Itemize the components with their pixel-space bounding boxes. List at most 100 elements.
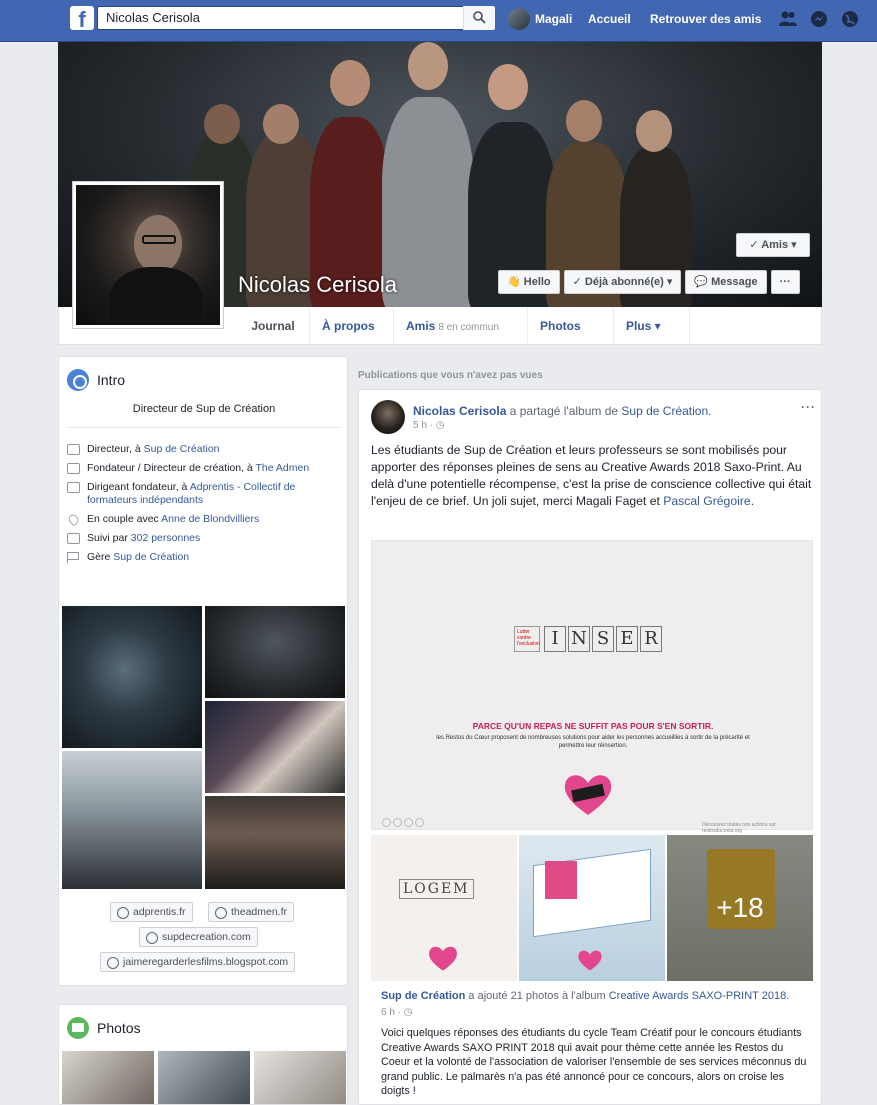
post-body: Les étudiants de Sup de Création et leur… <box>371 443 812 508</box>
inser-letter: R <box>640 626 662 652</box>
more-options-button[interactable]: ··· <box>770 270 800 294</box>
photo-thumbnail[interactable] <box>158 1051 250 1104</box>
website-link[interactable]: supdecreation.com <box>139 927 258 947</box>
inser-small-label: Lutter contre l'exclusion <box>514 626 540 652</box>
tab-about[interactable]: À propos <box>309 307 387 345</box>
featured-photo[interactable] <box>205 701 345 793</box>
photos-card: Photos <box>58 1004 348 1105</box>
info-link[interactable]: Sup de Création <box>113 551 189 563</box>
info-link[interactable]: Sup de Création <box>144 443 220 455</box>
post-target-link[interactable]: Sup de Création. <box>621 404 711 418</box>
heart-logo-icon <box>578 950 602 971</box>
feed-post: Nicolas Cerisola a partagé l'album de Su… <box>358 389 822 1105</box>
tab-more[interactable]: Plus ▾ <box>613 307 690 345</box>
profile-picture-image <box>76 185 220 325</box>
cover-figure-head <box>636 110 672 152</box>
intro-card: Intro Directeur de Sup de Création Direc… <box>58 356 348 986</box>
more-photos-count[interactable]: +18 <box>667 835 813 981</box>
cover-figure-head <box>330 60 370 106</box>
info-item-work: Fondateur / Directeur de création, à The… <box>67 462 341 475</box>
portrait-glasses <box>142 235 176 244</box>
info-link[interactable]: 302 personnes <box>131 532 200 544</box>
cover-figure-head <box>488 64 528 110</box>
featured-photo[interactable] <box>62 606 202 748</box>
intro-photo-grid <box>59 606 349 889</box>
post-author-link[interactable]: Nicolas Cerisola <box>413 404 506 418</box>
shared-album-header: Sup de Création a ajouté 21 photos à l'a… <box>381 990 790 1002</box>
inser-logo: Lutter contre l'exclusion I N S E R <box>514 626 662 652</box>
heart-icon <box>66 512 81 527</box>
shared-album-description: Voici quelques réponses des étudiants du… <box>381 1027 807 1097</box>
photo-thumbnail[interactable] <box>254 1051 346 1104</box>
album-link[interactable]: Creative Awards SAXO-PRINT 2018. <box>609 990 790 1002</box>
info-link[interactable]: The Admen <box>255 462 309 474</box>
tab-photos[interactable]: Photos <box>527 307 593 345</box>
image-tagline: PARCE QU'UN REPAS NE SUFFIT PAS POUR S'E… <box>472 721 714 731</box>
search-input[interactable]: Nicolas Cerisola <box>97 6 495 30</box>
intro-title: Intro <box>67 369 125 391</box>
shared-timestamp[interactable]: 6 h · ◷ <box>381 1007 413 1018</box>
search-button[interactable] <box>463 6 495 30</box>
followers-icon <box>67 533 80 544</box>
photos-icon <box>67 1017 89 1039</box>
inser-letter: S <box>592 626 614 652</box>
website-link[interactable]: theadmen.fr <box>208 902 295 922</box>
briefcase-icon <box>67 463 80 474</box>
inser-letter: E <box>616 626 638 652</box>
photos-title[interactable]: Photos <box>67 1017 141 1039</box>
feed-section-label: Publications que vous n'avez pas vues <box>358 370 543 381</box>
friend-requests-icon[interactable] <box>778 9 798 29</box>
intro-bio: Directeur de Sup de Création <box>132 403 276 415</box>
profile-name[interactable]: Nicolas Cerisola <box>238 272 397 298</box>
nav-find-friends-link[interactable]: Retrouver des amis <box>650 12 761 26</box>
profile-picture[interactable] <box>72 181 224 329</box>
social-icon <box>415 818 424 827</box>
globe-notifications-icon[interactable] <box>840 9 860 29</box>
info-item-manages: Gère Sup de Création <box>67 551 341 564</box>
friends-status-button[interactable]: ✓ Amis ▾ <box>736 233 810 257</box>
shared-page-link[interactable]: Sup de Création <box>381 990 465 1002</box>
tab-friends[interactable]: Amis 8 en commun <box>393 307 511 345</box>
user-profile-link[interactable]: Magali <box>508 8 572 30</box>
intro-divider <box>67 427 341 428</box>
photo-thumbnail[interactable] <box>62 1051 154 1104</box>
cover-figure-head <box>263 104 299 144</box>
tab-journal[interactable]: Journal <box>237 307 309 345</box>
post-author-avatar[interactable] <box>371 400 405 434</box>
restos-du-coeur-heart-logo-icon <box>564 775 612 815</box>
cover-figure-head <box>204 104 240 144</box>
info-item-work: Dirigeant fondateur, à Adprentis - Colle… <box>67 481 341 507</box>
post-header: Nicolas Cerisola a partagé l'album de Su… <box>413 404 712 418</box>
flag-icon <box>67 552 80 563</box>
message-button[interactable]: 💬 Message <box>685 270 767 294</box>
briefcase-icon <box>67 444 80 455</box>
featured-photo[interactable] <box>205 796 345 889</box>
product-box-accent <box>545 861 577 899</box>
nav-home-link[interactable]: Accueil <box>588 12 631 26</box>
briefcase-icon <box>67 482 80 493</box>
following-button[interactable]: ✓ Déjà abonné(e) ▾ <box>563 270 682 294</box>
featured-photo[interactable] <box>205 606 345 698</box>
messenger-icon[interactable] <box>809 9 829 29</box>
top-navigation-bar: f Nicolas Cerisola Magali Accueil Retrou… <box>0 0 877 42</box>
post-timestamp[interactable]: 5 h · ◷ <box>413 420 445 431</box>
post-thumbnail-more[interactable]: +18 <box>667 835 813 981</box>
post-thumbnail[interactable]: LOGEM <box>371 835 517 981</box>
inser-letter: N <box>568 626 590 652</box>
social-icon <box>382 818 391 827</box>
search-icon <box>473 11 486 24</box>
website-link[interactable]: adprentis.fr <box>110 902 193 922</box>
profile-actions: 👋 Hello ✓ Déjà abonné(e) ▾ 💬 Message ··· <box>498 270 804 294</box>
portrait-face <box>134 215 182 273</box>
post-main-image[interactable]: Lutter contre l'exclusion I N S E R PARC… <box>371 540 813 834</box>
info-link[interactable]: Anne de Blondvilliers <box>161 513 259 525</box>
post-options-button[interactable]: ··· <box>801 400 816 414</box>
post-thumbnail[interactable] <box>519 835 665 981</box>
intro-info-list: Directeur, à Sup de Création Fondateur /… <box>66 443 341 570</box>
facebook-logo-icon[interactable]: f <box>70 6 94 32</box>
website-link[interactable]: jaimeregarderlesfilms.blogspot.com <box>100 952 296 972</box>
featured-photo[interactable] <box>62 751 202 889</box>
mention-link[interactable]: Pascal Grégoire <box>663 494 750 508</box>
hello-button[interactable]: 👋 Hello <box>498 270 560 294</box>
heart-logo-icon <box>429 946 457 971</box>
